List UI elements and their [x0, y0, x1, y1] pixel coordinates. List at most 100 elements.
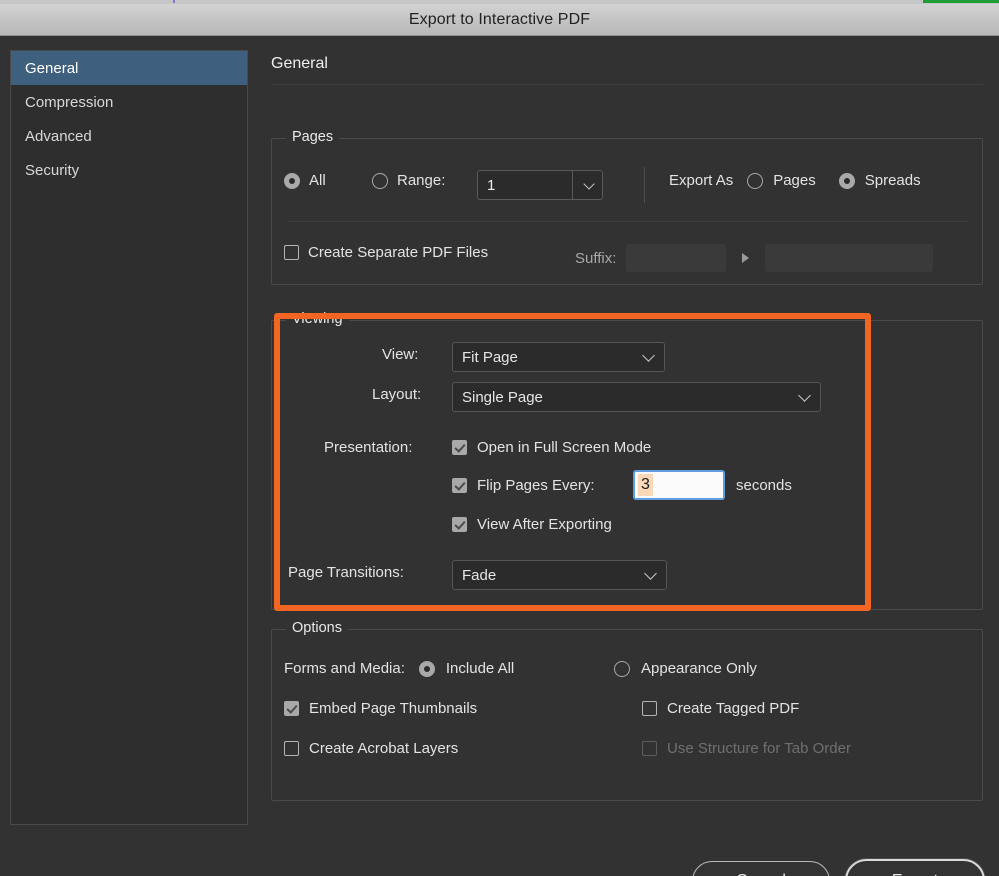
range-combo[interactable]: 1 [477, 170, 603, 200]
dialog-title-bar[interactable]: Export to Interactive PDF [0, 4, 999, 36]
cancel-button[interactable]: Cancel [692, 861, 830, 876]
embed-thumbnails-label: Embed Page Thumbnails [309, 700, 477, 717]
embed-thumbnails-option[interactable]: Embed Page Thumbnails [284, 700, 477, 717]
pages-group-legend: Pages [286, 129, 339, 145]
viewing-group: Viewing View: Fit Page Layout: Single Pa… [271, 320, 983, 610]
panel-divider [271, 84, 983, 85]
seconds-label: seconds [736, 477, 792, 494]
sidebar-item-advanced[interactable]: Advanced [11, 119, 247, 153]
sidebar-item-label: Compression [25, 94, 113, 111]
page-transitions-value: Fade [462, 567, 496, 584]
page-transitions-label-wrap: Page Transitions: [288, 564, 404, 581]
create-acrobat-layers-label: Create Acrobat Layers [309, 740, 458, 757]
suffix-row: Suffix: [575, 244, 933, 272]
view-label-wrap: View: [382, 346, 418, 363]
export-button-label: Export [892, 872, 938, 876]
export-as-group: Export As Pages Spreads [669, 172, 921, 189]
layout-select[interactable]: Single Page [452, 382, 821, 412]
checkbox-off-icon[interactable] [284, 245, 299, 260]
export-interactive-pdf-dialog: Export to Interactive PDF General Compre… [0, 0, 999, 876]
sidebar-item-label: General [25, 60, 78, 77]
dialog-title: Export to Interactive PDF [409, 11, 590, 29]
suffix-label: Suffix: [575, 250, 616, 267]
page-transitions-label: Page Transitions: [288, 564, 404, 581]
sidebar-item-compression[interactable]: Compression [11, 85, 247, 119]
radio-off-icon[interactable] [747, 173, 763, 189]
checkbox-on-icon[interactable] [452, 440, 467, 455]
sidebar-item-label: Security [25, 162, 79, 179]
cancel-button-label: Cancel [736, 872, 786, 876]
export-as-pages-label[interactable]: Pages [773, 172, 816, 189]
combo-divider [572, 171, 573, 199]
radio-on-icon[interactable] [284, 173, 300, 189]
pages-inner-divider [288, 221, 968, 222]
create-tagged-pdf-label: Create Tagged PDF [667, 700, 799, 717]
export-as-spreads-label[interactable]: Spreads [865, 172, 921, 189]
dialog-body: General Compression Advanced Security Ge… [0, 37, 999, 876]
presentation-label-wrap: Presentation: [324, 439, 412, 456]
flip-pages-label: Flip Pages Every: [477, 477, 595, 494]
view-label: View: [382, 346, 418, 363]
view-select[interactable]: Fit Page [452, 342, 665, 372]
checkbox-on-icon[interactable] [452, 478, 467, 493]
flip-pages-option[interactable]: Flip Pages Every: [452, 477, 595, 494]
range-value: 1 [478, 177, 495, 194]
export-button[interactable]: Export [845, 859, 985, 876]
forms-and-media-label: Forms and Media: [284, 660, 405, 677]
checkbox-off-icon[interactable] [284, 741, 299, 756]
checkbox-on-icon[interactable] [452, 517, 467, 532]
view-after-exporting-option[interactable]: View After Exporting [452, 516, 612, 533]
options-group-legend: Options [286, 620, 348, 636]
sidebar-item-label: Advanced [25, 128, 92, 145]
chevron-down-icon[interactable] [642, 349, 655, 362]
forms-and-media-row: Forms and Media: Include All [284, 660, 514, 677]
page-title: General [271, 55, 328, 73]
suffix-input[interactable] [626, 244, 726, 272]
checkbox-on-icon[interactable] [284, 701, 299, 716]
open-fullscreen-option[interactable]: Open in Full Screen Mode [452, 439, 651, 456]
triangle-right-icon[interactable] [742, 253, 749, 263]
flip-seconds-input[interactable]: 3 [633, 470, 725, 500]
layout-label: Layout: [372, 386, 421, 403]
create-separate-pdf-option[interactable]: Create Separate PDF Files [284, 244, 488, 261]
export-as-label: Export As [669, 172, 733, 189]
seconds-label-wrap: seconds [736, 477, 792, 494]
purple-marker [173, 0, 175, 3]
viewing-group-legend: Viewing [286, 311, 349, 327]
radio-off-icon[interactable] [372, 173, 388, 189]
create-separate-pdf-label: Create Separate PDF Files [308, 244, 488, 261]
settings-sidebar[interactable]: General Compression Advanced Security [10, 50, 248, 825]
chevron-down-icon[interactable] [644, 567, 657, 580]
pages-all-option[interactable]: All [284, 172, 326, 189]
pages-all-label: All [309, 172, 326, 189]
pages-range-label: Range: [397, 172, 445, 189]
radio-on-icon[interactable] [839, 173, 855, 189]
flip-seconds-value: 3 [638, 474, 653, 496]
green-marker [923, 0, 999, 3]
layout-value: Single Page [462, 389, 543, 406]
appearance-only-option[interactable]: Appearance Only [614, 660, 757, 677]
options-group: Options Forms and Media: Include All App… [271, 629, 983, 801]
create-tagged-pdf-option[interactable]: Create Tagged PDF [642, 700, 799, 717]
create-acrobat-layers-option[interactable]: Create Acrobat Layers [284, 740, 458, 757]
appearance-only-label: Appearance Only [641, 660, 757, 677]
chevron-down-icon[interactable] [798, 389, 811, 402]
pages-vertical-divider [644, 167, 645, 203]
include-all-label[interactable]: Include All [446, 660, 514, 677]
view-after-exporting-label: View After Exporting [477, 516, 612, 533]
presentation-label: Presentation: [324, 439, 412, 456]
radio-on-icon[interactable] [419, 661, 435, 677]
view-value: Fit Page [462, 349, 518, 366]
sidebar-item-security[interactable]: Security [11, 153, 247, 187]
checkbox-off-icon[interactable] [642, 701, 657, 716]
use-structure-tab-order-label: Use Structure for Tab Order [667, 740, 851, 757]
suffix-extra-input[interactable] [765, 244, 933, 272]
pages-range-option[interactable]: Range: [372, 172, 445, 189]
checkbox-disabled-icon [642, 741, 657, 756]
radio-off-icon[interactable] [614, 661, 630, 677]
open-fullscreen-label: Open in Full Screen Mode [477, 439, 651, 456]
use-structure-tab-order-option: Use Structure for Tab Order [642, 740, 851, 757]
chevron-down-icon[interactable] [583, 178, 594, 189]
page-transitions-select[interactable]: Fade [452, 560, 667, 590]
sidebar-item-general[interactable]: General [11, 51, 247, 85]
